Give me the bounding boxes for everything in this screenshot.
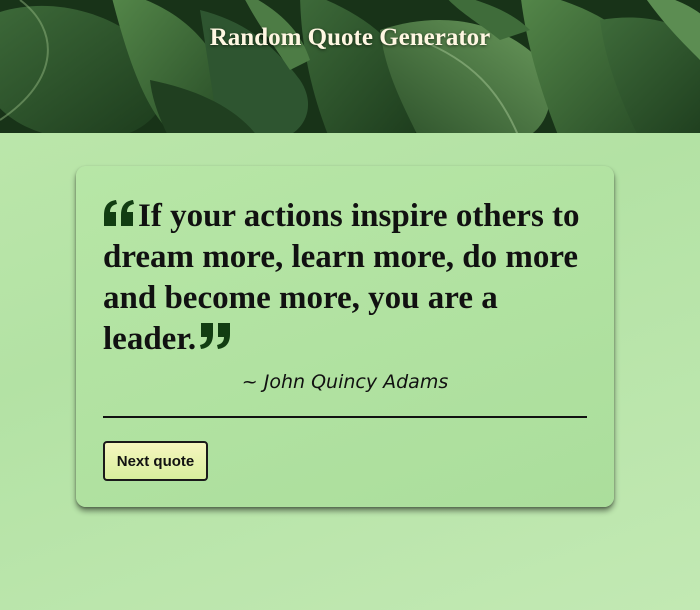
header-banner: Random Quote Generator — [0, 0, 700, 133]
quote-open-icon — [103, 200, 135, 226]
quote-author: ~ John Quincy Adams — [241, 371, 449, 393]
quote-card: If your actions inspire others to dream … — [76, 166, 614, 507]
quote-block: If your actions inspire others to dream … — [103, 196, 588, 360]
leaf-background-image — [0, 0, 700, 133]
next-quote-button[interactable]: Next quote — [103, 441, 208, 481]
page-title: Random Quote Generator — [209, 24, 491, 51]
quote-close-icon — [200, 323, 232, 349]
quote-text: If your actions inspire others to dream … — [103, 198, 580, 357]
divider — [103, 416, 587, 418]
